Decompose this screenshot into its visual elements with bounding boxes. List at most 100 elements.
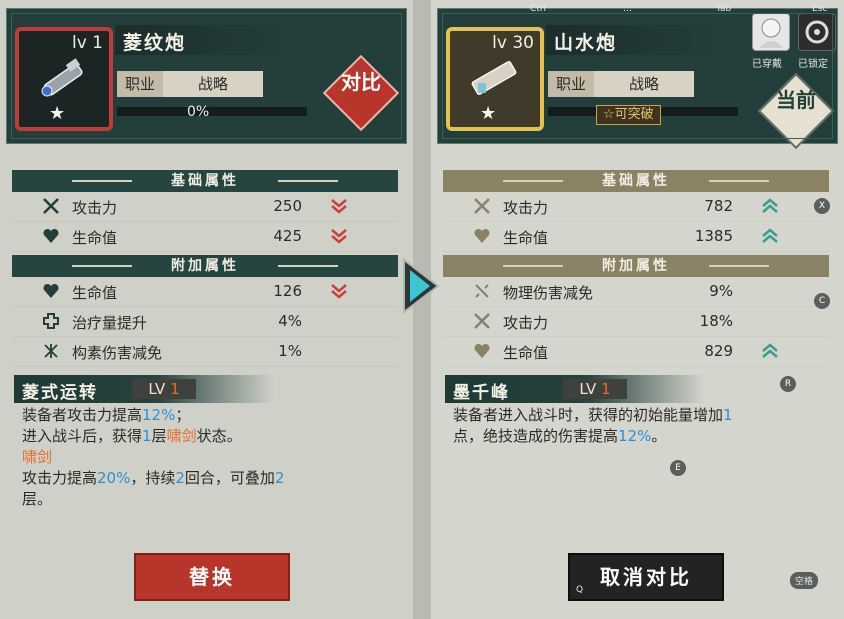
heart-icon [43, 283, 59, 298]
hint-q: Q [576, 585, 584, 595]
right-extra-title: 附加属性 [443, 255, 829, 277]
left-skill-level: LV 1 [132, 379, 196, 399]
stat-value: 4% [278, 312, 302, 330]
locked-label: 已锁定 [798, 59, 828, 70]
stat-value: 1% [278, 342, 302, 360]
right-skill-level: LV 1 [563, 379, 627, 399]
hint-ctrl: Ctrl [530, 4, 547, 14]
stat-label: 生命值 [72, 229, 118, 247]
right-name-bar: 山水炮 [546, 25, 762, 55]
heart-icon [474, 343, 490, 358]
heart-icon [474, 228, 490, 243]
left-header: lv 1 ★ 菱纹炮 职业 战略 0% 对比 [6, 8, 407, 144]
swords-icon [474, 313, 490, 329]
up-arrow-icon [762, 228, 778, 243]
hint-r: R [780, 376, 796, 392]
right-skill-name: 墨千峰 [453, 383, 510, 403]
left-role-value: 战略 [197, 75, 228, 93]
stat-value: 18% [699, 312, 733, 330]
left-role-key: 职业 [117, 71, 163, 97]
up-arrow-icon [762, 343, 778, 358]
left-role: 职业 战略 [117, 71, 263, 97]
left-name-bar: 菱纹炮 [115, 25, 331, 55]
left-skill-desc: 装备者攻击力提高12%； 进入战斗后，获得1层啸剑状态。 啸剑 攻击力提高20%… [22, 406, 285, 508]
stat-row: 构素伤害减免 1% [12, 337, 398, 367]
up-arrow-icon [762, 198, 778, 213]
right-weapon-name: 山水炮 [554, 32, 618, 54]
star-icon: ★ [480, 103, 497, 124]
stat-row: 攻击力 782 [443, 192, 829, 222]
stat-row: 生命值 829 [443, 337, 829, 367]
right-extra-section: 附加属性 物理伤害减免 9% 攻击力 18% 生命值 829 [443, 255, 829, 367]
stat-row: 攻击力 250 [12, 192, 398, 222]
hint-z: Z [818, 112, 825, 122]
cancel-compare-button[interactable]: 取消对比 [568, 553, 724, 601]
down-arrow-icon [331, 199, 347, 214]
current-badge: 当前 [756, 71, 836, 151]
hint-dots: … [623, 4, 632, 14]
left-skill-header: 菱式运转 LV 1 [14, 375, 274, 403]
lock-icon [805, 20, 829, 44]
stat-label: 构素伤害减免 [72, 344, 163, 362]
hint-e: E [670, 460, 686, 476]
stat-row: 治疗量提升 4% [12, 307, 398, 337]
swords-icon [43, 198, 59, 214]
stat-value: 782 [704, 197, 733, 215]
left-weapon-name: 菱纹炮 [123, 32, 187, 54]
hint-tab: Tab [716, 4, 732, 14]
left-progress-bar [117, 107, 307, 116]
right-weapon-icon[interactable]: lv 30 ★ [446, 27, 544, 131]
left-base-section: 基础属性 攻击力 250 生命值 425 [12, 170, 398, 252]
compare-badge[interactable]: 对比 [321, 53, 401, 133]
stat-value: 425 [273, 227, 302, 245]
left-weapon-icon[interactable]: lv 1 ★ [15, 27, 113, 131]
stat-row: 攻击力 18% [443, 307, 829, 337]
stat-row: 生命值 1385 [443, 222, 829, 252]
right-role-value: 战略 [628, 75, 659, 93]
stat-value: 126 [273, 282, 302, 300]
swords-icon [474, 198, 490, 214]
stat-value: 9% [709, 282, 733, 300]
stat-label: 攻击力 [503, 314, 549, 332]
left-weapon-panel: lv 1 ★ 菱纹炮 职业 战略 0% 对比 基础属性 攻击力 250 生命值 … [0, 0, 413, 619]
down-arrow-icon [331, 284, 347, 299]
left-extra-section: 附加属性 生命值 126 治疗量提升 4% 构素伤害减免 1% [12, 255, 398, 367]
left-base-title: 基础属性 [12, 170, 398, 192]
stat-label: 治疗量提升 [72, 314, 148, 332]
star-icon: ★ [49, 103, 66, 124]
hint-c: C [814, 293, 830, 309]
right-base-section: 基础属性 攻击力 782 生命值 1385 [443, 170, 829, 252]
stat-value: 1385 [694, 227, 733, 245]
stat-value: 829 [704, 342, 733, 360]
right-weapon-panel: lv 30 ★ 山水炮 职业 战略 ☆可突破 已穿戴 已锁定 当前 基础属性 攻… [431, 0, 844, 619]
stat-label: 攻击力 [72, 199, 118, 217]
left-progress-text: 0% [187, 104, 210, 120]
heart-icon [43, 228, 59, 243]
down-arrow-icon [331, 229, 347, 244]
physical-shield-icon [475, 284, 489, 298]
hint-esc: Esc [812, 4, 828, 14]
stat-row: 物理伤害减免 9% [443, 277, 829, 307]
left-level: lv 1 [71, 33, 103, 53]
stat-row: 生命值 126 [12, 277, 398, 307]
equipped-label: 已穿戴 [752, 59, 782, 70]
cannon-icon [41, 58, 83, 97]
stat-label: 生命值 [72, 284, 118, 302]
breakthrough-badge[interactable]: ☆可突破 [596, 105, 661, 125]
element-shield-icon [44, 344, 58, 358]
equipped-avatar[interactable] [752, 13, 790, 51]
hint-x: X [814, 198, 830, 214]
lock-toggle[interactable] [798, 13, 836, 51]
stat-label: 物理伤害减免 [503, 284, 594, 302]
replace-button[interactable]: 替换 [134, 553, 290, 601]
compare-label: 对比 [341, 70, 381, 94]
right-base-title: 基础属性 [443, 170, 829, 192]
stat-row: 生命值 425 [12, 222, 398, 252]
stat-label: 生命值 [503, 344, 549, 362]
compare-arrow-icon [403, 257, 440, 315]
right-header: lv 30 ★ 山水炮 职业 战略 ☆可突破 已穿戴 已锁定 当前 [437, 8, 838, 150]
stat-label: 攻击力 [503, 199, 549, 217]
stat-value: 250 [273, 197, 302, 215]
hint-space: 空格 [790, 572, 819, 589]
heal-cross-icon [43, 313, 59, 329]
